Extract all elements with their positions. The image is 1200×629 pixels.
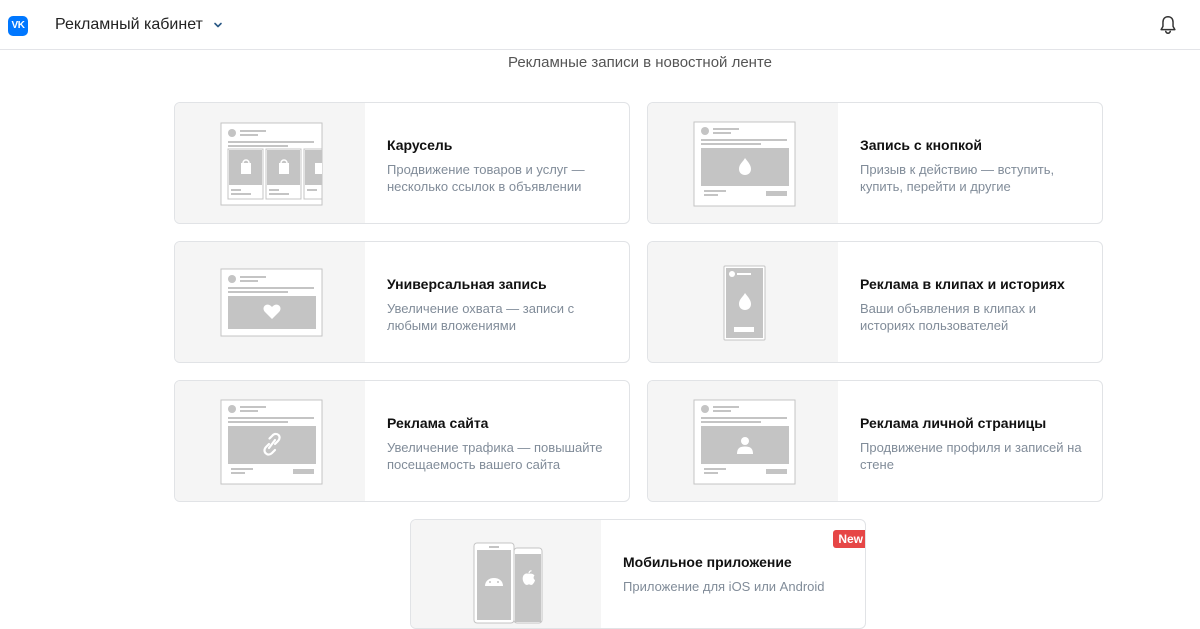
chevron-down-icon[interactable]: [213, 20, 223, 30]
button-post-preview-icon: [693, 121, 796, 207]
card-title: Реклама в клипах и историях: [860, 276, 1065, 292]
top-header: VK Рекламный кабинет: [0, 0, 1200, 50]
card-description: Продвижение товаров и услуг — несколько …: [387, 162, 585, 194]
card-clips-stories[interactable]: Реклама в клипах и историях Ваши объявле…: [647, 241, 1103, 363]
carousel-preview-icon: [220, 122, 323, 206]
website-ad-preview-icon: [220, 399, 323, 485]
clips-stories-preview-icon: [723, 265, 766, 341]
card-thumb: [648, 381, 838, 501]
mobile-app-preview-icon: [473, 542, 543, 624]
card-thumb: [648, 242, 838, 362]
new-badge: New: [833, 530, 865, 548]
card-thumb: [175, 242, 365, 362]
card-description: Увеличение трафика — повышайте посещаемо…: [387, 440, 603, 472]
universal-post-preview-icon: [220, 268, 323, 337]
card-description: Ваши объявления в клипах и историях поль…: [860, 301, 1036, 333]
card-description: Увеличение охвата — записи с любыми влож…: [387, 301, 575, 333]
personal-page-preview-icon: [693, 399, 796, 485]
card-button-post[interactable]: Запись с кнопкой Призыв к действию — вст…: [647, 102, 1103, 224]
cabinet-title[interactable]: Рекламный кабинет: [55, 16, 203, 34]
card-thumb: [175, 103, 365, 223]
card-thumb: [175, 381, 365, 501]
card-mobile-app[interactable]: Мобильное приложение Приложение для iOS …: [410, 519, 866, 629]
card-title: Мобильное приложение: [623, 554, 792, 570]
card-thumb: [411, 520, 601, 628]
card-thumb: [648, 103, 838, 223]
card-description: Приложение для iOS или Android: [623, 579, 825, 594]
card-description: Призыв к действию — вступить, купить, пе…: [860, 162, 1055, 194]
card-personal-page[interactable]: Реклама личной страницы Продвижение проф…: [647, 380, 1103, 502]
card-universal-post[interactable]: Универсальная запись Увеличение охвата —…: [174, 241, 630, 363]
card-carousel[interactable]: Карусель Продвижение товаров и услуг — н…: [174, 102, 630, 224]
card-title: Реклама сайта: [387, 415, 489, 431]
card-title: Реклама личной страницы: [860, 415, 1047, 431]
vk-logo[interactable]: VK: [8, 16, 28, 36]
bell-icon[interactable]: [1157, 14, 1179, 36]
card-website-ad[interactable]: Реклама сайта Увеличение трафика — повыш…: [174, 380, 630, 502]
card-description: Продвижение профиля и записей на стене: [860, 440, 1082, 472]
card-title: Карусель: [387, 137, 453, 153]
card-title: Запись с кнопкой: [860, 137, 983, 153]
card-title: Универсальная запись: [387, 276, 547, 292]
section-title: Рекламные записи в новостной ленте: [507, 54, 773, 71]
